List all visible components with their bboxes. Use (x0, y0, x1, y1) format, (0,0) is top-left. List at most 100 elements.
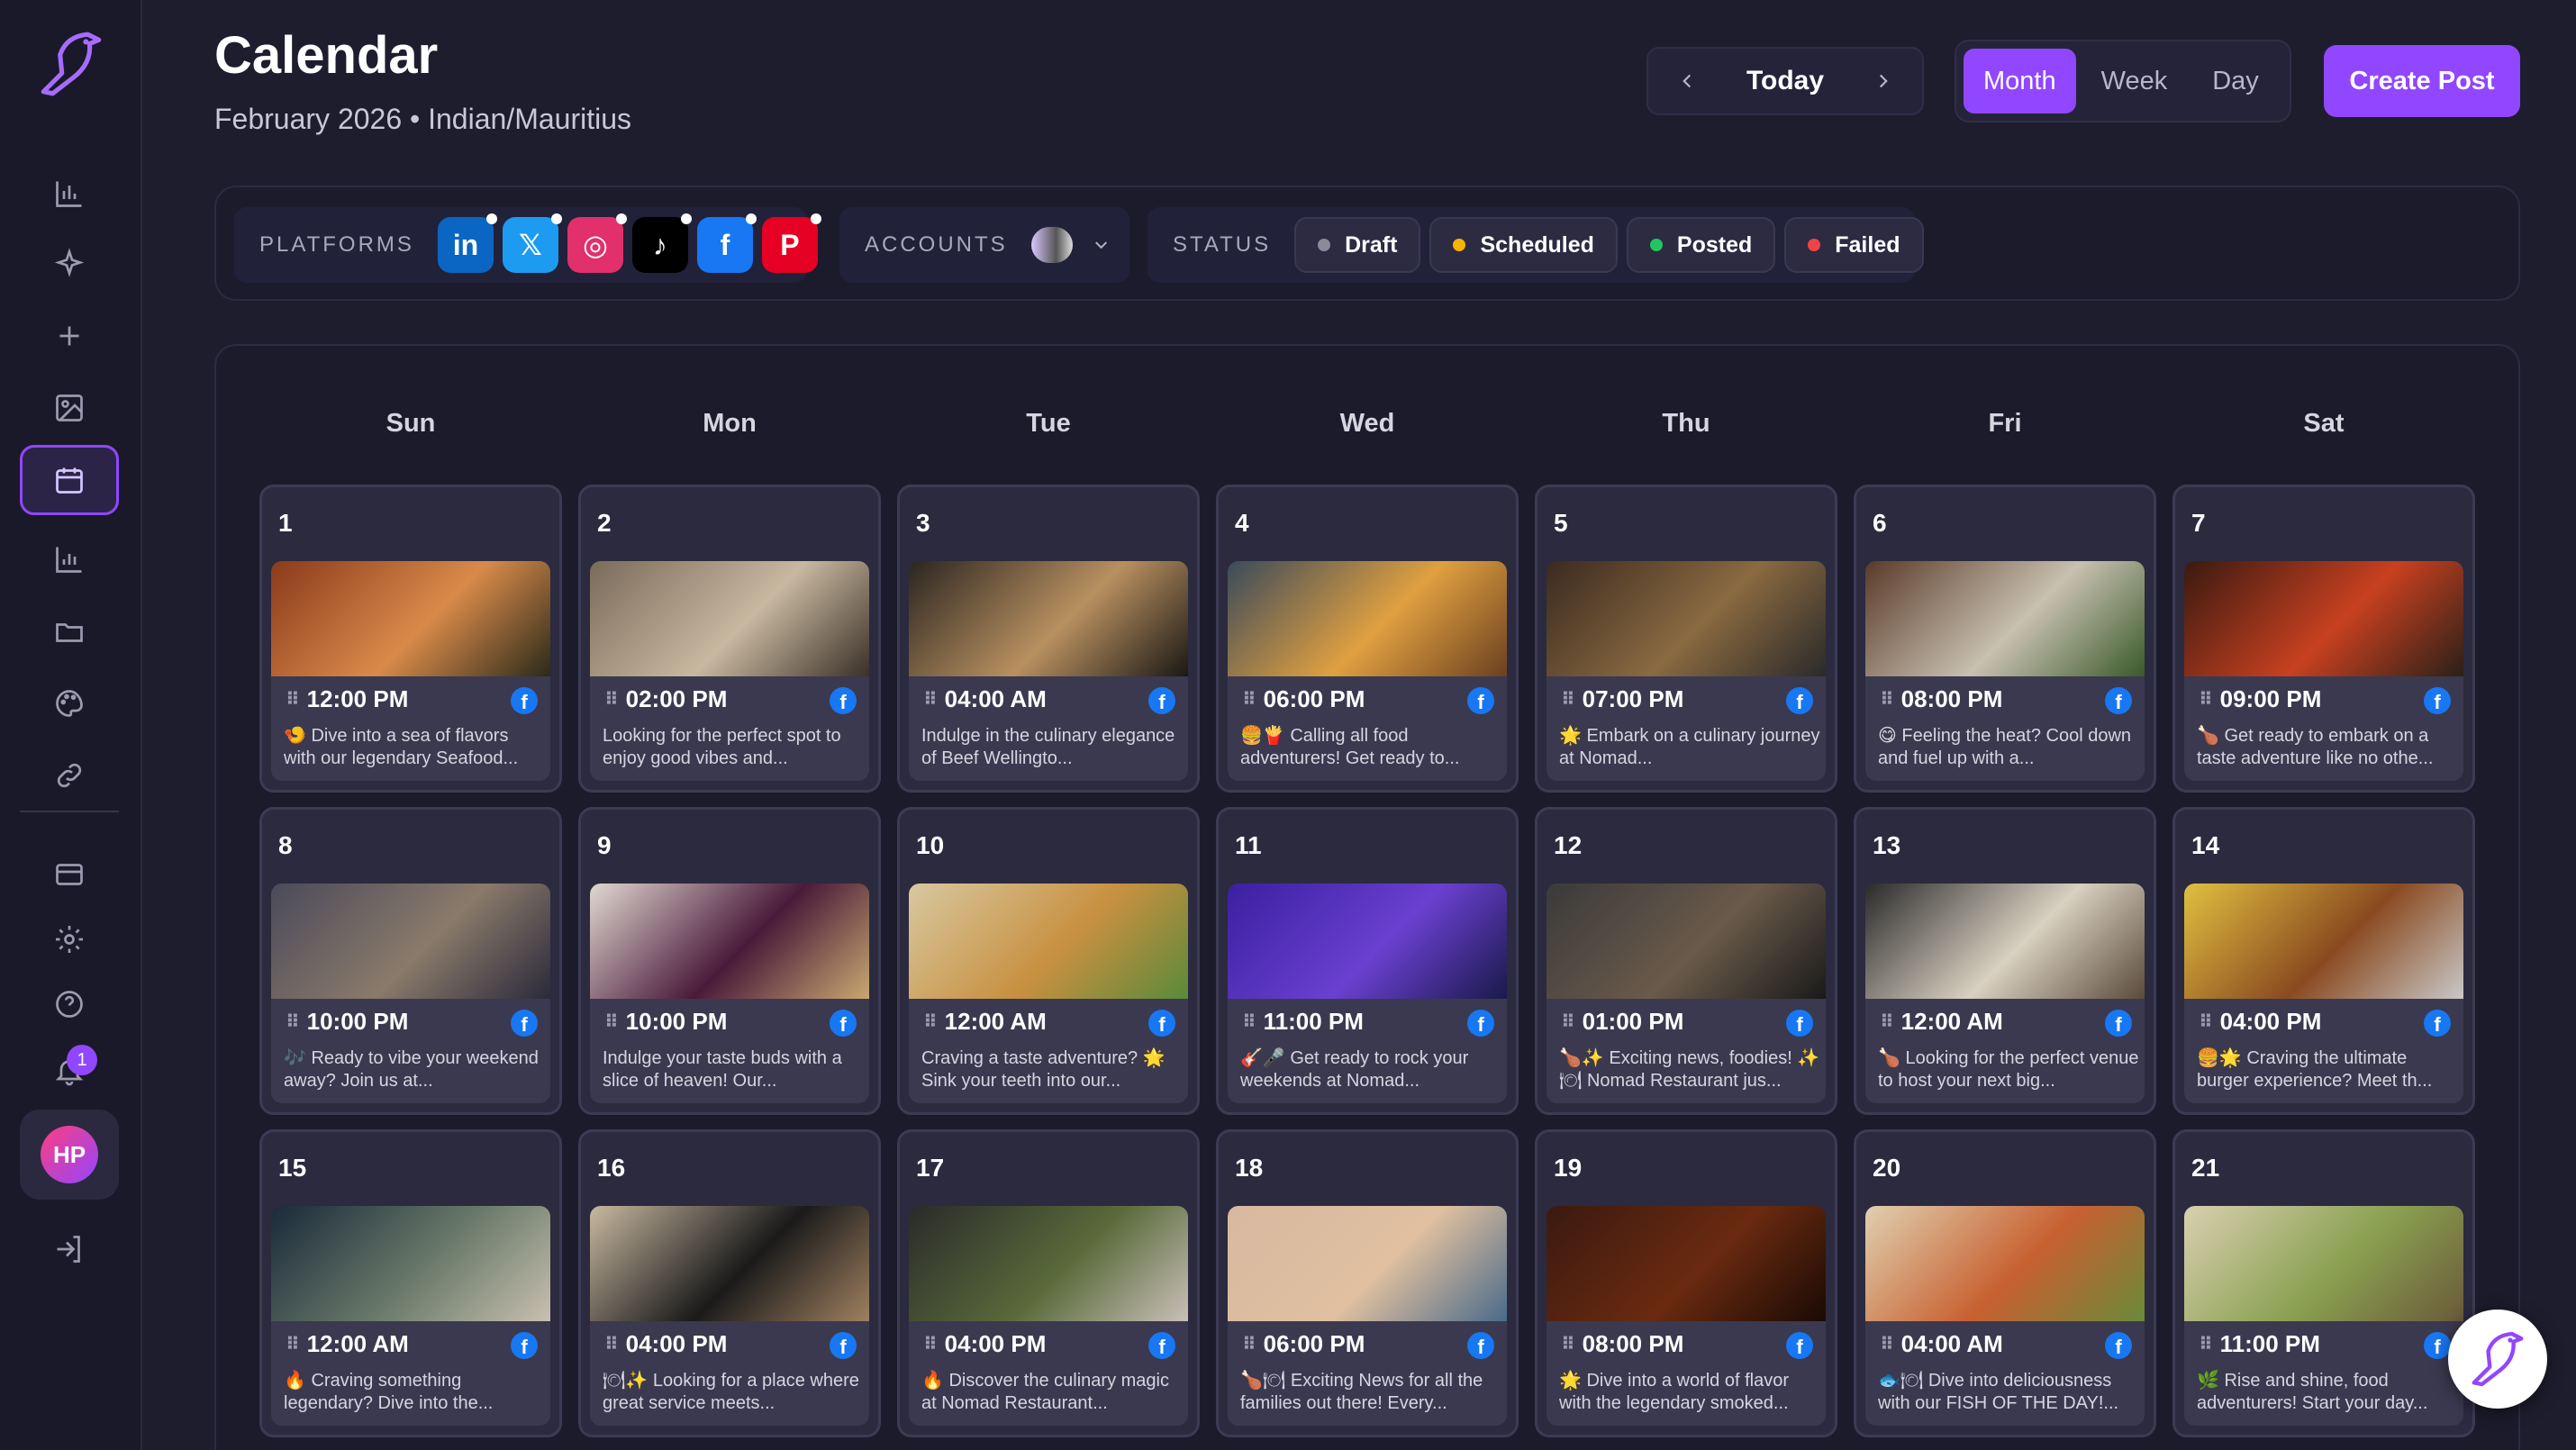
status-draft-filter[interactable]: Draft (1294, 217, 1421, 273)
help-icon[interactable] (38, 973, 101, 1036)
post-card[interactable]: ⠿ 10:00 PM f Indulge your taste buds with a… (590, 884, 869, 1103)
status-posted-filter[interactable]: Posted (1626, 217, 1776, 273)
day-cell[interactable]: 3 ⠿ 04:00 AM f Indulge in the culinary elega… (897, 485, 1200, 793)
post-card[interactable]: ⠿ 10:00 PM f 🎶 Ready to vibe your weekend a… (271, 884, 550, 1103)
chevron-down-icon[interactable] (1091, 232, 1111, 258)
drag-handle-icon[interactable]: ⠿ (1561, 1333, 1575, 1355)
image-icon[interactable] (38, 376, 101, 440)
drag-handle-icon[interactable]: ⠿ (604, 1333, 619, 1355)
bird-logo-icon[interactable] (34, 27, 108, 101)
post-card[interactable]: ⠿ 08:00 PM f 🌟 Dive into a world of flavor … (1547, 1206, 1826, 1426)
day-cell[interactable]: 21 ⠿ 11:00 PM f 🌿 Rise and shine, food adven… (2172, 1129, 2475, 1437)
accounts-filter[interactable]: ACCOUNTS (839, 207, 1129, 283)
status-failed-filter[interactable]: Failed (1784, 217, 1924, 273)
drag-handle-icon[interactable]: ⠿ (1880, 1333, 1894, 1355)
notifications-bell-icon[interactable]: 1 (38, 1039, 101, 1102)
status-scheduled-filter[interactable]: Scheduled (1429, 217, 1618, 273)
user-avatar-button[interactable]: HP (20, 1110, 119, 1200)
post-card[interactable]: ⠿ 12:00 AM f Craving a taste adventure? 🌟 S… (909, 884, 1188, 1103)
day-cell[interactable]: 17 ⠿ 04:00 PM f 🔥 Discover the culinary magi… (897, 1129, 1200, 1437)
plus-icon[interactable] (38, 304, 101, 367)
drag-handle-icon[interactable]: ⠿ (2199, 688, 2213, 711)
drag-handle-icon[interactable]: ⠿ (1561, 1010, 1575, 1033)
drag-handle-icon[interactable]: ⠿ (2199, 1010, 2213, 1033)
view-day-button[interactable]: Day (2192, 49, 2279, 113)
calendar-icon[interactable] (20, 445, 119, 515)
chat-assistant-button[interactable] (2448, 1310, 2547, 1409)
billing-card-icon[interactable] (38, 843, 101, 906)
link-icon[interactable] (38, 744, 101, 807)
post-card[interactable]: ⠿ 12:00 AM f 🍗 Looking for the perfect venu… (1865, 884, 2145, 1103)
view-month-button[interactable]: Month (1964, 49, 2076, 113)
logout-icon[interactable] (38, 1218, 101, 1281)
post-card[interactable]: ⠿ 12:00 PM f 🍤 Dive into a sea of flavors w… (271, 561, 550, 781)
chevron-right-icon[interactable] (1868, 66, 1899, 96)
post-card[interactable]: ⠿ 08:00 PM f 😋 Feeling the heat? Cool down … (1865, 561, 2145, 781)
day-cell[interactable]: 16 ⠿ 04:00 PM f 🍽✨ Looking for a place where… (578, 1129, 881, 1437)
drag-handle-icon[interactable]: ⠿ (1242, 688, 1256, 711)
sparkle-ai-icon[interactable] (38, 232, 101, 295)
post-card[interactable]: ⠿ 04:00 AM f Indulge in the culinary elegan… (909, 561, 1188, 781)
day-cell[interactable]: 14 ⠿ 04:00 PM f 🍔🌟 Craving the ultimate burg… (2172, 807, 2475, 1115)
reports-icon[interactable] (38, 528, 101, 591)
post-card[interactable]: ⠿ 02:00 PM f Looking for the perfect spot t… (590, 561, 869, 781)
day-cell[interactable]: 15 ⠿ 12:00 AM f 🔥 Craving something legendar… (259, 1129, 562, 1437)
day-cell[interactable]: 1 ⠿ 12:00 PM f 🍤 Dive into a sea of flavors … (259, 485, 562, 793)
day-cell[interactable]: 10 ⠿ 12:00 AM f Craving a taste adventure? 🌟… (897, 807, 1200, 1115)
post-card[interactable]: ⠿ 06:00 PM f 🍗🍽 Exciting News for all the f… (1228, 1206, 1507, 1426)
drag-handle-icon[interactable]: ⠿ (1242, 1010, 1256, 1033)
day-cell[interactable]: 2 ⠿ 02:00 PM f Looking for the perfect spot … (578, 485, 881, 793)
post-card[interactable]: ⠿ 04:00 PM f 🔥 Discover the culinary magic … (909, 1206, 1188, 1426)
view-week-button[interactable]: Week (2082, 49, 2188, 113)
x-icon[interactable]: 𝕏 (502, 213, 562, 273)
drag-handle-icon[interactable]: ⠿ (286, 1010, 300, 1033)
post-card[interactable]: ⠿ 01:00 PM f 🍗✨ Exciting news, foodies! ✨🍽 … (1547, 884, 1826, 1103)
day-cell[interactable]: 13 ⠿ 12:00 AM f 🍗 Looking for the perfect ve… (1854, 807, 2156, 1115)
drag-handle-icon[interactable]: ⠿ (1242, 1333, 1256, 1355)
create-post-button[interactable]: Create Post (2324, 45, 2520, 117)
drag-handle-icon[interactable]: ⠿ (604, 688, 619, 711)
day-cell[interactable]: 18 ⠿ 06:00 PM f 🍗🍽 Exciting News for all the… (1216, 1129, 1519, 1437)
day-cell[interactable]: 4 ⠿ 06:00 PM f 🍔🍟 Calling all food adventure… (1216, 485, 1519, 793)
day-cell[interactable]: 19 ⠿ 08:00 PM f 🌟 Dive into a world of flavo… (1535, 1129, 1837, 1437)
post-card[interactable]: ⠿ 04:00 AM f 🐟🍽 Dive into deliciousness wit… (1865, 1206, 2145, 1426)
drag-handle-icon[interactable]: ⠿ (923, 688, 938, 711)
day-number: 14 (2191, 831, 2220, 859)
drag-handle-icon[interactable]: ⠿ (2199, 1333, 2213, 1355)
linkedin-icon[interactable]: in (437, 213, 497, 273)
drag-handle-icon[interactable]: ⠿ (1880, 688, 1894, 711)
settings-gear-icon[interactable] (38, 908, 101, 971)
drag-handle-icon[interactable]: ⠿ (923, 1010, 938, 1033)
chevron-left-icon[interactable] (1672, 66, 1702, 96)
post-card[interactable]: ⠿ 07:00 PM f 🌟 Embark on a culinary journey… (1547, 561, 1826, 781)
post-card[interactable]: ⠿ 04:00 PM f 🍽✨ Looking for a place where g… (590, 1206, 869, 1426)
drag-handle-icon[interactable]: ⠿ (286, 688, 300, 711)
drag-handle-icon[interactable]: ⠿ (286, 1333, 300, 1355)
drag-handle-icon[interactable]: ⠿ (1561, 688, 1575, 711)
day-cell[interactable]: 6 ⠿ 08:00 PM f 😋 Feeling the heat? Cool down… (1854, 485, 2156, 793)
day-cell[interactable]: 7 ⠿ 09:00 PM f 🍗 Get ready to embark on a ta… (2172, 485, 2475, 793)
day-cell[interactable]: 9 ⠿ 10:00 PM f Indulge your taste buds with … (578, 807, 881, 1115)
day-cell[interactable]: 8 ⠿ 10:00 PM f 🎶 Ready to vibe your weekend … (259, 807, 562, 1115)
post-card[interactable]: ⠿ 12:00 AM f 🔥 Craving something legendary?… (271, 1206, 550, 1426)
pinterest-icon[interactable]: P (761, 213, 821, 273)
drag-handle-icon[interactable]: ⠿ (604, 1010, 619, 1033)
day-cell[interactable]: 12 ⠿ 01:00 PM f 🍗✨ Exciting news, foodies! ✨… (1535, 807, 1837, 1115)
folder-icon[interactable] (38, 600, 101, 663)
post-card[interactable]: ⠿ 11:00 PM f 🌿 Rise and shine, food adventu… (2184, 1206, 2463, 1426)
post-card[interactable]: ⠿ 09:00 PM f 🍗 Get ready to embark on a tas… (2184, 561, 2463, 781)
day-cell[interactable]: 5 ⠿ 07:00 PM f 🌟 Embark on a culinary journe… (1535, 485, 1837, 793)
facebook-icon[interactable]: f (696, 213, 757, 273)
analytics-icon[interactable] (38, 162, 101, 225)
day-cell[interactable]: 11 ⠿ 11:00 PM f 🎸🎤 Get ready to rock your we… (1216, 807, 1519, 1115)
today-button[interactable]: Today (1746, 66, 1824, 96)
drag-handle-icon[interactable]: ⠿ (1880, 1010, 1894, 1033)
day-cell[interactable]: 20 ⠿ 04:00 AM f 🐟🍽 Dive into deliciousness w… (1854, 1129, 2156, 1437)
palette-icon[interactable] (38, 672, 101, 735)
tiktok-icon[interactable]: ♪ (631, 213, 692, 273)
post-card[interactable]: ⠿ 06:00 PM f 🍔🍟 Calling all food adventurer… (1228, 561, 1507, 781)
drag-handle-icon[interactable]: ⠿ (923, 1333, 938, 1355)
post-card[interactable]: ⠿ 11:00 PM f 🎸🎤 Get ready to rock your week… (1228, 884, 1507, 1103)
instagram-icon[interactable]: ◎ (567, 213, 627, 273)
post-card[interactable]: ⠿ 04:00 PM f 🍔🌟 Craving the ultimate burger… (2184, 884, 2463, 1103)
